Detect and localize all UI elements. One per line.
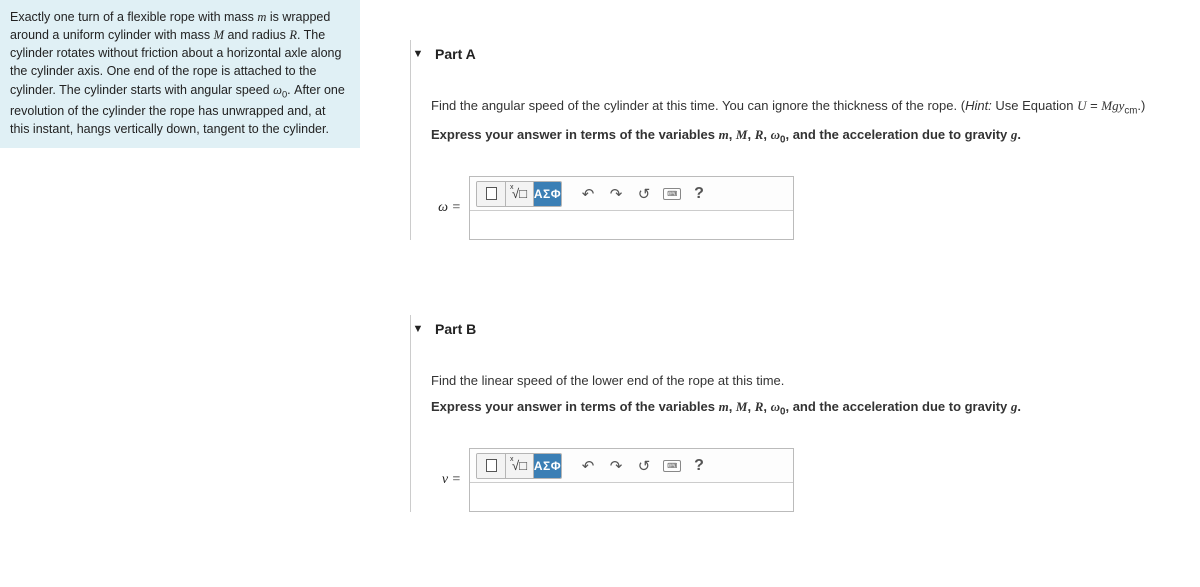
problem-statement: Exactly one turn of a flexible rope with… — [0, 0, 360, 148]
help-icon[interactable]: ? — [688, 185, 710, 203]
part-b-var-label: v = — [433, 472, 461, 488]
part-b-title: Part B — [435, 321, 476, 337]
templates-button[interactable] — [477, 182, 505, 206]
part-b-input-box: x√□ ΑΣΦ ↶ ↷ ↺ ⌨ ? — [469, 448, 794, 512]
part-b-express: Express your answer in terms of the vari… — [431, 397, 1200, 420]
part-a-express: Express your answer in terms of the vari… — [431, 125, 1200, 148]
collapse-icon: ▼ — [411, 48, 425, 60]
greek-button[interactable]: ΑΣΦ — [533, 182, 561, 206]
undo-icon[interactable]: ↶ — [576, 182, 600, 206]
redo-icon[interactable]: ↷ — [604, 454, 628, 478]
help-icon[interactable]: ? — [688, 457, 710, 475]
parts-column: ▼ Part A Find the angular speed of the c… — [360, 0, 1200, 587]
equation-toolbar: x√□ ΑΣΦ ↶ ↷ ↺ ⌨ ? — [470, 449, 793, 483]
greek-button[interactable]: ΑΣΦ — [533, 454, 561, 478]
radical-button[interactable]: x√□ — [505, 182, 533, 206]
part-a-input-box: x√□ ΑΣΦ ↶ ↷ ↺ ⌨ ? — [469, 176, 794, 240]
part-a-var-label: ω = — [433, 200, 461, 216]
keyboard-icon[interactable]: ⌨ — [660, 454, 684, 478]
part-a-answer-input[interactable] — [470, 211, 793, 239]
part-b-answer-input[interactable] — [470, 483, 793, 511]
part-a-prompt: Find the angular speed of the cylinder a… — [431, 96, 1200, 119]
equation-toolbar: x√□ ΑΣΦ ↶ ↷ ↺ ⌨ ? — [470, 177, 793, 211]
redo-icon[interactable]: ↷ — [604, 182, 628, 206]
part-a-block: ▼ Part A Find the angular speed of the c… — [410, 40, 1200, 240]
part-a-header[interactable]: ▼ Part A — [411, 40, 1200, 68]
templates-button[interactable] — [477, 454, 505, 478]
radical-button[interactable]: x√□ — [505, 454, 533, 478]
undo-icon[interactable]: ↶ — [576, 454, 600, 478]
part-b-header[interactable]: ▼ Part B — [411, 315, 1200, 343]
reset-icon[interactable]: ↺ — [632, 182, 656, 206]
keyboard-icon[interactable]: ⌨ — [660, 182, 684, 206]
part-b-prompt: Find the linear speed of the lower end o… — [431, 371, 1200, 391]
part-a-title: Part A — [435, 46, 476, 62]
reset-icon[interactable]: ↺ — [632, 454, 656, 478]
collapse-icon: ▼ — [411, 323, 425, 335]
part-b-block: ▼ Part B Find the linear speed of the lo… — [410, 315, 1200, 512]
